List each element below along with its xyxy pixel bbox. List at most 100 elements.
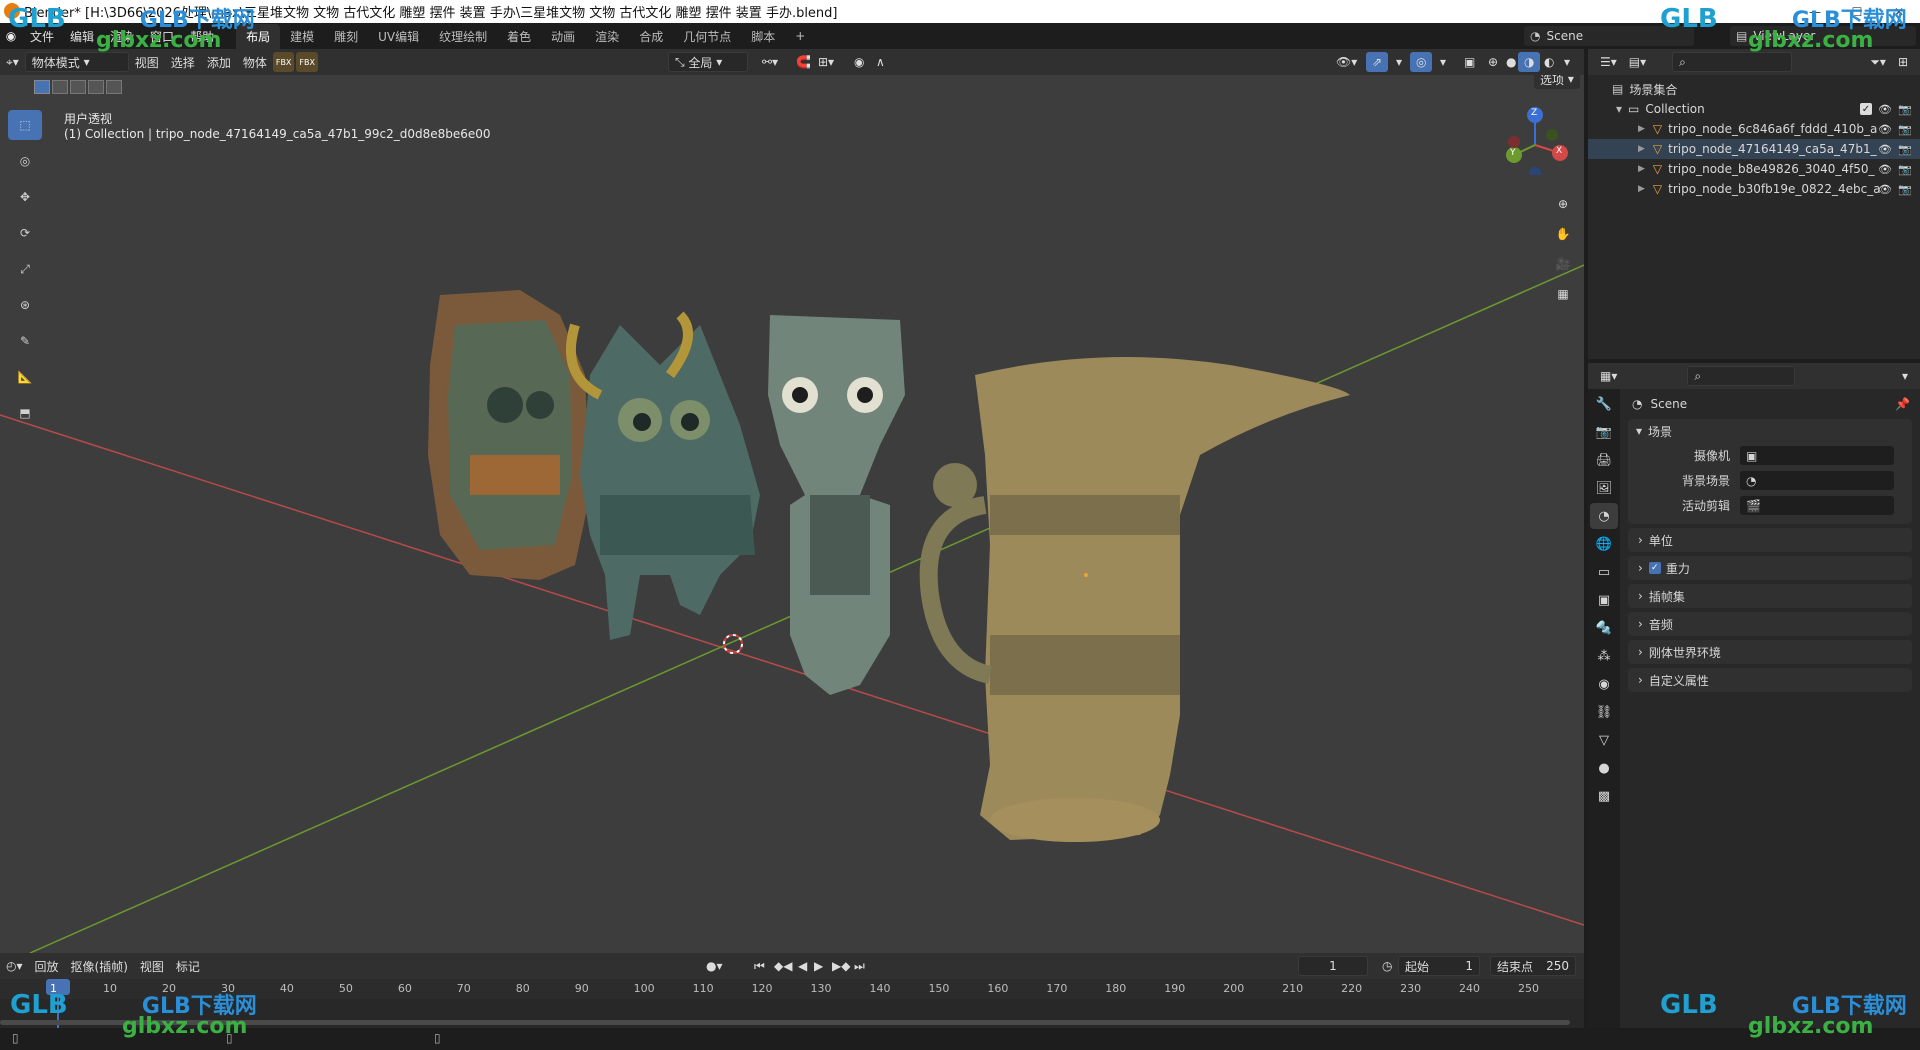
expand-icon[interactable]: ▶	[1638, 124, 1645, 134]
xray-icon[interactable]: ▣	[1458, 52, 1481, 72]
tab-scripting[interactable]: 脚本	[741, 24, 785, 49]
properties-options-icon[interactable]: ▾	[1896, 366, 1914, 386]
particles-tab-icon[interactable]: ⁂	[1590, 643, 1618, 669]
tab-uv-editing[interactable]: UV编辑	[368, 24, 429, 49]
expand-icon[interactable]: ▶	[1638, 184, 1645, 194]
menu-view[interactable]: 视图	[129, 52, 165, 72]
camera-field[interactable]: ▣	[1740, 446, 1894, 465]
transform-orientation-selector[interactable]: ⤡ 全局 ▾	[668, 52, 748, 72]
world-tab-icon[interactable]: 🌐	[1590, 531, 1618, 557]
fbx-import-icon[interactable]: FBX	[272, 52, 295, 72]
tab-compositing[interactable]: 合成	[629, 24, 673, 49]
add-workspace-button[interactable]: +	[785, 25, 815, 47]
outliner-scene-collection[interactable]: ▤ 场景集合	[1588, 79, 1920, 99]
tab-modeling[interactable]: 建模	[280, 24, 324, 49]
gizmo-toggle-icon[interactable]: ⇗	[1366, 52, 1389, 72]
gizmo-dropdown-icon[interactable]: ▾	[1390, 52, 1408, 72]
render-camera-icon[interactable]: 📷	[1898, 123, 1912, 136]
tab-shading[interactable]: 着色	[497, 24, 541, 49]
overlay-dropdown-icon[interactable]: ▾	[1434, 52, 1452, 72]
view-layer-tab-icon[interactable]: 🖼	[1590, 475, 1618, 501]
physics-tab-icon[interactable]: ◉	[1590, 671, 1618, 697]
fbx-export-icon[interactable]: FBX	[296, 52, 318, 72]
navigation-gizmo[interactable]: Z Y X	[1500, 105, 1570, 179]
tab-rendering[interactable]: 渲染	[585, 24, 629, 49]
collection-tab-icon[interactable]: ▭	[1590, 559, 1618, 585]
snap-target-icon[interactable]: ⊞▾	[812, 52, 840, 72]
end-frame-field[interactable]: 结束点 250	[1490, 956, 1576, 976]
outliner-item[interactable]: ▶ ▽ tripo_node_b8e49826_3040_4f50_ 👁 📷	[1588, 159, 1920, 179]
constraints-tab-icon[interactable]: ⛓	[1590, 699, 1618, 725]
select-box-tool-icon[interactable]: ⬚	[8, 110, 42, 140]
outliner-item-selected[interactable]: ▶ ▽ tripo_node_47164149_ca5a_47b1_ 👁 📷	[1588, 139, 1920, 159]
object-tab-icon[interactable]: ▣	[1590, 587, 1618, 613]
properties-search-input[interactable]: ⌕	[1687, 366, 1796, 386]
add-cube-tool-icon[interactable]: ⬒	[8, 398, 42, 428]
keying-sets-panel[interactable]: › 插帧集	[1628, 584, 1912, 608]
perspective-toggle-icon[interactable]: ▦	[1550, 281, 1576, 307]
expand-icon[interactable]: ▶	[1638, 164, 1645, 174]
visibility-icon[interactable]: 👁▾	[1330, 52, 1363, 72]
select-new-icon[interactable]	[34, 80, 50, 94]
menu-timeline-view[interactable]: 视图	[134, 956, 170, 976]
new-collection-icon[interactable]: ⊞	[1892, 52, 1914, 72]
outliner-editor-icon[interactable]: ☰▾	[1594, 52, 1623, 72]
proportional-edit-icon[interactable]: ◉	[848, 52, 870, 72]
expand-icon[interactable]: ▶	[1638, 144, 1645, 154]
falloff-icon[interactable]: ∧	[870, 52, 891, 72]
render-tab-icon[interactable]: 📷	[1590, 419, 1618, 445]
scale-tool-icon[interactable]: ⤢	[8, 254, 42, 284]
menu-object[interactable]: 物体	[237, 52, 273, 72]
record-icon[interactable]: ●▾	[700, 956, 729, 976]
preview-range-icon[interactable]: ◷	[1376, 956, 1398, 976]
cursor-tool-icon[interactable]: ◎	[8, 146, 42, 176]
scene-tab-icon[interactable]: ◔	[1590, 503, 1618, 529]
outliner-item[interactable]: ▶ ▽ tripo_node_6c846a6f_fddd_410b_a 👁 📷	[1588, 119, 1920, 139]
select-intersect-icon[interactable]	[106, 80, 122, 94]
background-scene-field[interactable]: ◔	[1740, 471, 1894, 490]
expand-collection-icon[interactable]: ▾	[1616, 102, 1622, 116]
measure-tool-icon[interactable]: 📐	[8, 362, 42, 392]
menu-add[interactable]: 添加	[201, 52, 237, 72]
select-subtract-icon[interactable]	[70, 80, 86, 94]
select-invert-icon[interactable]	[88, 80, 104, 94]
pin-icon[interactable]: 📌	[1895, 397, 1910, 411]
tab-texture-paint[interactable]: 纹理绘制	[429, 24, 497, 49]
scene-selector[interactable]: Scene	[1546, 29, 1583, 43]
render-camera-icon[interactable]: 📷	[1898, 103, 1912, 116]
visibility-eye-icon[interactable]: 👁	[1878, 123, 1892, 136]
custom-properties-panel[interactable]: › 自定义属性	[1628, 668, 1912, 692]
filter-icon[interactable]: ⏷▾	[1864, 52, 1892, 72]
tool-tab-icon[interactable]: 🔧	[1590, 391, 1618, 417]
texture-tab-icon[interactable]: ▩	[1590, 783, 1618, 809]
rigid-body-world-panel[interactable]: › 刚体世界环境	[1628, 640, 1912, 664]
data-tab-icon[interactable]: ▽	[1590, 727, 1618, 753]
units-panel[interactable]: › 单位	[1628, 528, 1912, 552]
menu-marker[interactable]: 标记	[170, 956, 206, 976]
visibility-eye-icon[interactable]: 👁	[1878, 183, 1892, 196]
tab-geometry-nodes[interactable]: 几何节点	[673, 24, 741, 49]
visibility-eye-icon[interactable]: 👁	[1878, 103, 1892, 116]
menu-keying[interactable]: 抠像(插帧)	[65, 956, 134, 976]
menu-playback[interactable]: 回放	[29, 956, 65, 976]
outliner-collection[interactable]: ▾ ▭ Collection ✓ 👁 📷	[1588, 99, 1920, 119]
rotate-tool-icon[interactable]: ⟳	[8, 218, 42, 248]
pivot-icon[interactable]: ⚯▾	[756, 52, 784, 72]
options-button[interactable]: 选项 ▾	[1534, 75, 1580, 89]
annotate-tool-icon[interactable]: ✎	[8, 326, 42, 356]
start-frame-field[interactable]: 起始 1	[1398, 956, 1480, 976]
zoom-icon[interactable]: ⊕	[1550, 191, 1576, 217]
timeline-editor-icon[interactable]: ◴▾	[0, 956, 29, 976]
menu-select[interactable]: 选择	[165, 52, 201, 72]
properties-editor-icon[interactable]: ▦▾	[1594, 366, 1623, 386]
shading-dropdown-icon[interactable]: ▾	[1558, 52, 1576, 72]
display-mode-icon[interactable]: ▤▾	[1623, 52, 1652, 72]
editor-type-icon[interactable]: ⌖▾	[0, 52, 25, 72]
mode-selector[interactable]: 物体模式 ▾	[24, 52, 129, 72]
select-extend-icon[interactable]	[52, 80, 68, 94]
audio-panel[interactable]: › 音频	[1628, 612, 1912, 636]
outliner-search-input[interactable]: ⌕	[1672, 52, 1793, 72]
render-camera-icon[interactable]: 📷	[1898, 183, 1912, 196]
tab-sculpting[interactable]: 雕刻	[324, 24, 368, 49]
current-frame-field[interactable]: 1	[1298, 956, 1368, 976]
